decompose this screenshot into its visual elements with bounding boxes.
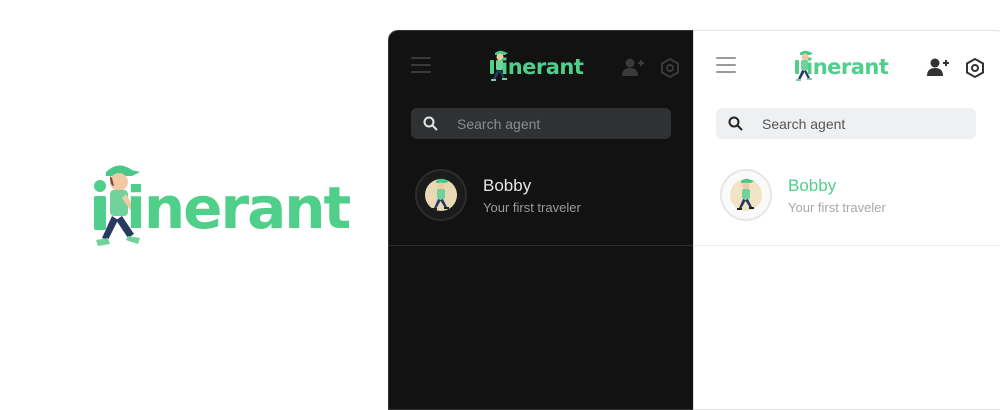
app-logo-wordmark: inerant <box>806 55 889 79</box>
light-topbar: inerant <box>694 31 1000 103</box>
agent-list-item[interactable]: Bobby Your first traveler <box>389 159 696 245</box>
search-icon <box>423 116 438 131</box>
light-theme-panel: inerant Search agent Bobby Your first tr… <box>693 30 1000 410</box>
add-user-button[interactable] <box>621 57 645 77</box>
search-input[interactable] <box>762 108 962 139</box>
settings-hexagon-icon <box>966 57 984 79</box>
add-user-icon <box>927 58 949 76</box>
agent-list-item[interactable]: Bobby Your first traveler <box>694 159 1000 245</box>
search-icon <box>728 116 743 131</box>
search-input[interactable] <box>457 108 657 139</box>
menu-button[interactable] <box>411 57 431 75</box>
menu-bar <box>411 71 431 73</box>
menu-bar <box>716 71 736 73</box>
avatar <box>720 169 772 221</box>
traveler-avatar-icon <box>730 178 762 211</box>
search-bar[interactable] <box>716 108 976 139</box>
menu-bar <box>716 64 736 66</box>
agent-subtitle: Your first traveler <box>483 200 581 215</box>
divider <box>694 245 1000 246</box>
app-logo: inerant <box>794 49 894 85</box>
hero-logo-wordmark: inerant <box>126 174 351 242</box>
avatar <box>415 169 467 221</box>
hero-logo: inerant <box>86 160 356 260</box>
settings-button[interactable] <box>659 57 681 79</box>
dark-topbar: inerant <box>389 31 696 103</box>
settings-button[interactable] <box>964 57 986 79</box>
search-bar[interactable] <box>411 108 671 139</box>
agent-name: Bobby <box>483 176 532 195</box>
dark-theme-panel: inerant Search agent Bobby Your first tr… <box>388 30 696 410</box>
menu-bar <box>716 57 736 59</box>
agent-name: Bobby <box>788 176 837 195</box>
add-user-button[interactable] <box>926 57 950 77</box>
settings-hexagon-icon <box>661 57 679 79</box>
menu-button[interactable] <box>716 57 736 75</box>
add-user-icon <box>622 58 644 76</box>
traveler-avatar-icon <box>425 178 457 211</box>
divider <box>389 245 696 246</box>
menu-bar <box>411 64 431 66</box>
app-logo: inerant <box>489 49 589 85</box>
menu-bar <box>411 57 431 59</box>
app-logo-wordmark: inerant <box>501 55 584 79</box>
agent-subtitle: Your first traveler <box>788 200 886 215</box>
